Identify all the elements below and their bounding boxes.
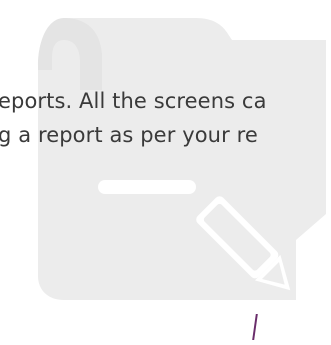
report-scroll-with-pencil-icon <box>38 18 326 300</box>
report-intro-panel: eports. All the screens ca g a report as… <box>0 0 331 345</box>
intro-text-line-2: g a report as per your re <box>0 123 258 147</box>
intro-text-line-1: eports. All the screens ca <box>0 89 267 113</box>
